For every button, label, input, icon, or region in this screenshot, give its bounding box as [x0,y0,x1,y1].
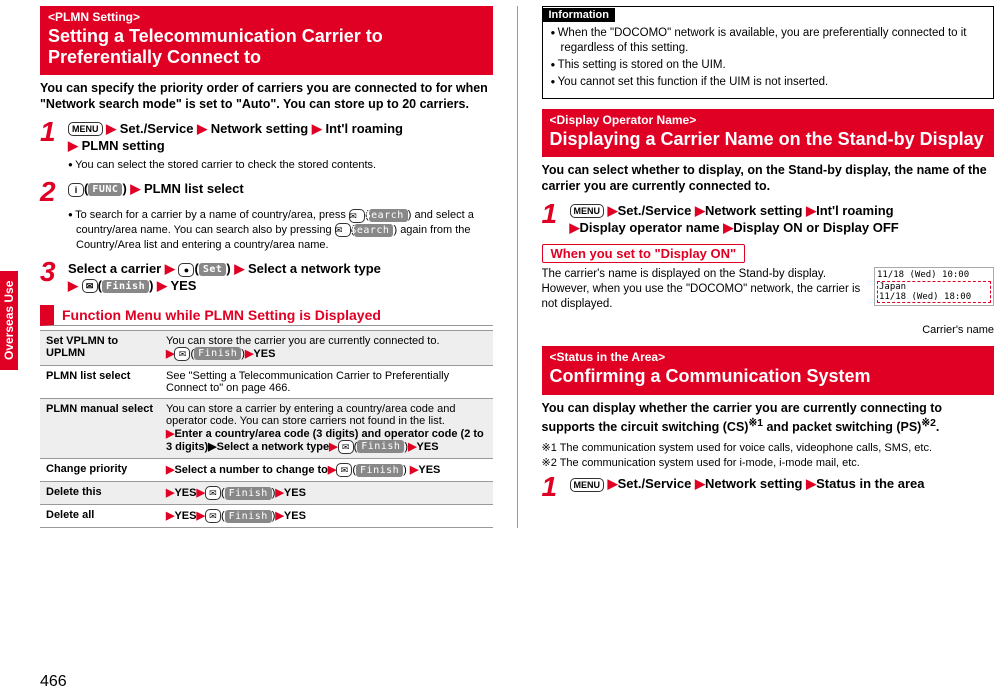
column-divider [517,6,518,528]
function-menu-table: Set VPLMN to UPLMN You can store the car… [40,330,493,528]
mail-key-icon: ✉ [205,509,221,523]
arrow-icon: ▶ [234,261,244,276]
fn-name: PLMN list select [40,365,160,398]
preview-line2b: 11/18 (Wed) 18:00 [879,292,989,302]
pretitle-status: <Status in the Area> [550,350,987,364]
subsection-display-on: When you set to "Display ON" [542,244,746,263]
step1: 1 MENU ▶ Set./Service ▶ Network setting … [40,119,493,155]
i-key-icon: i [68,183,84,197]
finish-label: Finish [102,280,149,293]
step1-seg1: Set./Service [120,121,194,136]
mail-key-icon: ✉ [205,486,221,500]
step-num: 1 [542,474,564,499]
table-row: Change priority ▶Select a number to chan… [40,458,493,481]
menu-key-icon: MENU [68,122,103,136]
title-display: Displaying a Carrier Name on the Stand-b… [550,129,987,150]
title-plmn: Setting a Telecommunication Carrier to P… [48,26,485,67]
step3: 3 Select a carrier ▶ ●(Set) ▶ Select a n… [40,259,493,295]
step1-seg3: Int'l roaming [325,121,402,136]
info-item: You cannot set this function if the UIM … [551,75,986,90]
information-label: Information [543,8,616,22]
arrow-icon: ▶ [130,181,140,196]
info-item: When the "DOCOMO" network is available, … [551,26,986,56]
side-tab-overseas-use: Overseas Use [0,271,18,370]
search-label: Search [354,224,393,237]
pretitle-plmn: <PLMN Setting> [48,10,485,24]
display-step1: 1 MENU ▶Set./Service ▶Network setting ▶I… [542,201,995,237]
step2-note: To search for a carrier by a name of cou… [68,208,493,253]
step3-a: Select a carrier [68,261,161,276]
page-number: 466 [40,673,67,691]
mail-key-icon: ✉ [174,347,190,361]
mail-key-icon: ✉ [336,463,352,477]
preview-caption: Carrier's name [542,324,995,336]
table-row: Set VPLMN to UPLMN You can store the car… [40,330,493,365]
intro-display: You can select whether to display, on th… [542,163,995,194]
arrow-icon: ▶ [165,261,175,276]
fn-name: PLMN manual select [40,398,160,458]
table-row: PLMN list select See "Setting a Telecomm… [40,365,493,398]
step1-seg2: Network setting [211,121,309,136]
footnote2: ※2 The communication system used for i-m… [542,456,995,470]
left-column: <PLMN Setting> Setting a Telecommunicati… [40,6,493,528]
arrow-icon: ▶ [68,138,78,153]
step2-label: PLMN list select [144,181,244,196]
header-display-operator: <Display Operator Name> Displaying a Car… [542,109,995,158]
fn-name: Set VPLMN to UPLMN [40,330,160,365]
step3-num: 3 [40,259,62,295]
preview-carrier: Japan [879,282,989,292]
step2: 2 i(FUNC) ▶ PLMN list select [40,179,493,204]
center-key-icon: ● [178,263,194,277]
arrow-icon: ▶ [68,278,78,293]
mail-key-icon: ✉ [335,223,351,237]
fn-desc: ▶YES▶✉(Finish)▶YES [160,505,493,528]
fn-name: Change priority [40,458,160,481]
step1-seg4: PLMN setting [82,138,165,153]
step3-b: Select a network type [248,261,381,276]
intro-plmn: You can specify the priority order of ca… [40,81,493,112]
table-row: Delete this ▶YES▶✉(Finish)▶YES [40,482,493,505]
status-step1: 1 MENU ▶Set./Service ▶Network setting ▶S… [542,474,995,499]
table-row: PLMN manual select You can store a carri… [40,398,493,458]
fn-desc: ▶YES▶✉(Finish)▶YES [160,482,493,505]
fn-desc: You can store the carrier you are curren… [160,330,493,365]
fn-desc: You can store a carrier by entering a co… [160,398,493,458]
standby-preview: 11/18 (Wed) 10:00 Japan 11/18 (Wed) 18:0… [874,267,994,306]
information-box: Information When the "DOCOMO" network is… [542,6,995,99]
func-label: FUNC [88,183,122,196]
fn-name: Delete this [40,482,160,505]
set-label: Set [199,263,227,276]
footnote1: ※1 The communication system used for voi… [542,441,995,455]
mail-key-icon: ✉ [82,279,98,293]
mail-key-icon: ✉ [349,209,365,223]
arrow-icon: ▶ [106,121,116,136]
header-plmn-setting: <PLMN Setting> Setting a Telecommunicati… [40,6,493,75]
menu-key-icon: MENU [570,478,605,492]
mail-key-icon: ✉ [338,440,354,454]
arrow-icon: ▶ [157,278,167,293]
search-label: Search [369,209,408,222]
header-status-area: <Status in the Area> Confirming a Commun… [542,346,995,395]
step1-num: 1 [40,119,62,155]
fn-name: Delete all [40,505,160,528]
title-status: Confirming a Communication System [550,366,987,387]
fn-desc: ▶Select a number to change to▶✉(Finish) … [160,458,493,481]
preview-line1: 11/18 (Wed) 10:00 [877,270,991,280]
menu-key-icon: MENU [570,204,605,218]
pretitle-display: <Display Operator Name> [550,113,987,127]
step1-note: You can select the stored carrier to che… [68,158,493,173]
arrow-icon: ▶ [197,121,207,136]
arrow-icon: ▶ [312,121,322,136]
step3-yes: YES [170,278,196,293]
step-num: 1 [542,201,564,237]
intro-status: You can display whether the carrier you … [542,401,995,435]
fn-desc: See "Setting a Telecommunication Carrier… [160,365,493,398]
right-column: Information When the "DOCOMO" network is… [542,6,995,528]
table-row: Delete all ▶YES▶✉(Finish)▶YES [40,505,493,528]
display-on-block: 11/18 (Wed) 10:00 Japan 11/18 (Wed) 18:0… [542,267,995,336]
function-menu-header: Function Menu while PLMN Setting is Disp… [40,305,493,326]
step2-num: 2 [40,179,62,204]
page-columns: <PLMN Setting> Setting a Telecommunicati… [40,6,994,528]
info-item: This setting is stored on the UIM. [551,58,986,73]
